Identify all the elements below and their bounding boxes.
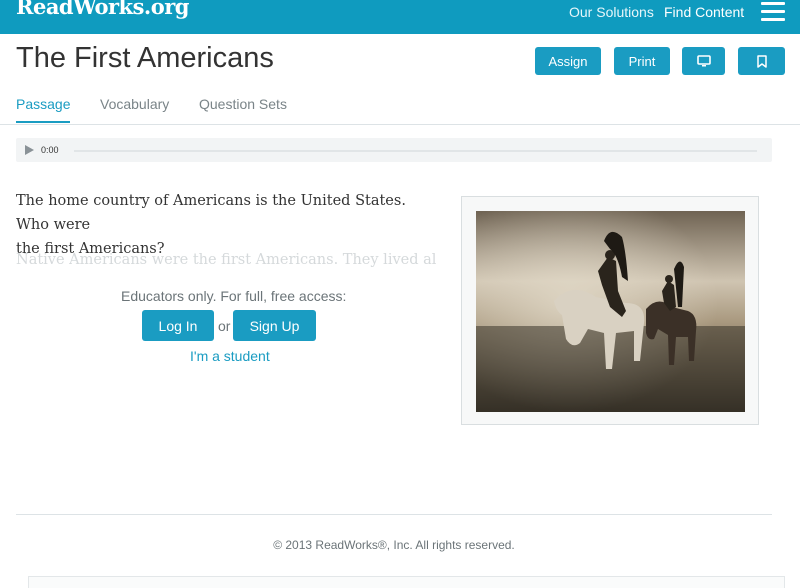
monitor-icon bbox=[696, 55, 711, 67]
log-in-button[interactable]: Log In bbox=[142, 310, 214, 341]
passage-image-frame bbox=[461, 196, 759, 425]
passage-faded-preview: Native Americans were the first American… bbox=[16, 252, 436, 268]
hamburger-menu-icon[interactable] bbox=[761, 2, 785, 22]
student-link[interactable]: I'm a student bbox=[190, 348, 270, 364]
footer-divider bbox=[16, 514, 772, 515]
bottom-panel bbox=[28, 576, 785, 588]
content-tabs: Passage Vocabulary Question Sets bbox=[0, 90, 800, 125]
tab-passage[interactable]: Passage bbox=[16, 96, 71, 123]
nav-find-content[interactable]: Find Content bbox=[664, 4, 744, 20]
audio-player: 0:00 bbox=[16, 138, 772, 162]
passage-photo bbox=[476, 211, 745, 412]
educators-only-message: Educators only. For full, free access: bbox=[121, 288, 347, 304]
print-button[interactable]: Print bbox=[614, 47, 670, 75]
play-icon[interactable] bbox=[25, 145, 34, 155]
passage-line-1: The home country of Americans is the Uni… bbox=[16, 193, 406, 233]
or-label: or bbox=[218, 318, 231, 334]
audio-time: 0:00 bbox=[41, 145, 59, 155]
tab-vocabulary[interactable]: Vocabulary bbox=[100, 96, 169, 112]
present-button[interactable] bbox=[682, 47, 725, 75]
nav-our-solutions[interactable]: Our Solutions bbox=[569, 4, 654, 20]
page-title: The First Americans bbox=[16, 42, 274, 74]
sign-up-button[interactable]: Sign Up bbox=[233, 310, 316, 341]
top-navbar: ReadWorks.org Our Solutions Find Content bbox=[0, 0, 800, 34]
assign-button[interactable]: Assign bbox=[535, 47, 601, 75]
audio-progress-track[interactable] bbox=[74, 150, 757, 152]
copyright-text: © 2013 ReadWorks®, Inc. All rights reser… bbox=[273, 538, 515, 552]
tab-question-sets[interactable]: Question Sets bbox=[199, 96, 287, 112]
bookmark-icon bbox=[756, 54, 767, 68]
readworks-logo[interactable]: ReadWorks.org bbox=[16, 0, 189, 19]
bookmark-button[interactable] bbox=[738, 47, 785, 75]
